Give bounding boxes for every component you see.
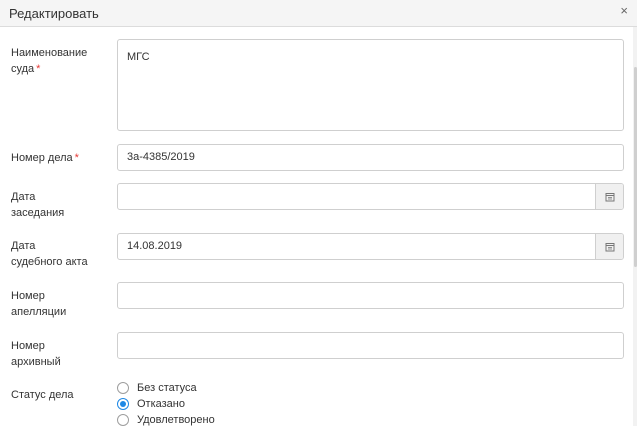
status-option-label: Без статуса [137,382,197,394]
act-date-calendar-button[interactable] [595,234,623,259]
status-option-no-status[interactable]: Без статуса [117,380,197,396]
radio-button[interactable] [117,414,129,426]
archive-number-label-line2: архивный [11,356,61,368]
calendar-icon [605,192,614,201]
status-option-denied[interactable]: Отказано [117,396,185,412]
appeal-number-input[interactable] [117,282,624,309]
calendar-icon [605,242,614,251]
appeal-number-label-line1: Номер [11,290,45,302]
act-date-input[interactable]: 14.08.2019 [118,234,596,259]
session-date-input[interactable] [118,184,596,209]
court-name-label-line1: Наименование [11,47,88,59]
required-mark: * [74,152,79,164]
archive-number-label-line1: Номер [11,340,45,352]
court-name-label: Наименование суда * [11,45,87,77]
appeal-number-label-line2: апелляции [11,306,67,318]
case-number-label: Номер дела * [11,150,79,166]
session-date-label-line1: Дата [11,191,36,203]
appeal-number-label: Номер апелляции [11,288,66,320]
act-date-label-line1: Дата [11,240,36,252]
court-name-label-line2: суда [11,63,35,75]
dialog-title: Редактировать [9,6,99,21]
court-name-textarea[interactable]: МГС [117,39,624,131]
act-date-label: Дата судебного акта [11,238,88,270]
archive-number-label: Номер архивный [11,338,61,370]
dialog-titlebar: Редактировать × [0,0,637,27]
case-number-input[interactable]: 3а-4385/2019 [117,144,624,171]
required-mark: * [36,63,41,75]
act-date-label-line2: судебного акта [11,256,88,268]
scrollbar[interactable] [633,27,637,426]
archive-number-input[interactable] [117,332,624,359]
session-date-calendar-button[interactable] [595,184,623,209]
case-status-label: Статус дела [11,389,74,401]
radio-button[interactable] [117,382,129,394]
session-date-label: Дата заседания [11,189,64,221]
act-date-field: 14.08.2019 [117,233,624,260]
radio-button-checked[interactable] [117,398,129,410]
session-date-field [117,183,624,210]
status-option-label: Отказано [137,398,185,410]
close-icon[interactable]: × [620,4,628,17]
case-number-label-text: Номер дела [11,152,73,164]
session-date-label-line2: заседания [11,207,65,219]
status-option-label: Удовлетворено [137,414,215,426]
